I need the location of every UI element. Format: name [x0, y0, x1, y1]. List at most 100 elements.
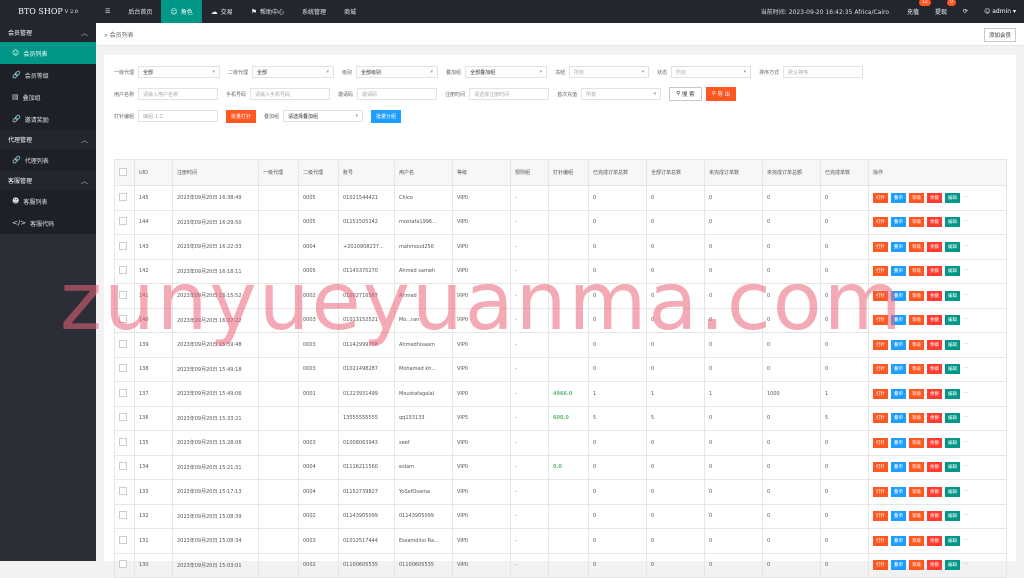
more-icon[interactable]: …	[963, 511, 968, 521]
row-select-cell[interactable]	[114, 283, 135, 309]
stack-group-select[interactable]: 全部叠加组 ▾	[465, 66, 548, 78]
level-select[interactable]: 全部级别 ▾	[356, 66, 439, 78]
op-button[interactable]: 叠单	[891, 192, 906, 203]
row-select-cell[interactable]	[114, 479, 135, 505]
more-icon[interactable]: …	[963, 560, 968, 570]
checkbox[interactable]	[119, 217, 127, 226]
more-icon[interactable]: …	[963, 536, 968, 546]
more-icon[interactable]: …	[963, 315, 968, 325]
op-button[interactable]: 打针	[873, 241, 888, 252]
checkbox[interactable]	[119, 535, 127, 544]
op-button[interactable]: 编辑	[945, 315, 960, 326]
row-select-cell[interactable]	[114, 258, 135, 284]
row-select-cell[interactable]	[114, 381, 135, 407]
checkbox[interactable]	[119, 339, 127, 348]
op-button[interactable]: 叠单	[891, 511, 906, 522]
op-button[interactable]: 叠单	[891, 290, 906, 301]
checkbox[interactable]	[119, 511, 127, 520]
op-button[interactable]: 余额	[927, 462, 942, 473]
op-button[interactable]: 余额	[927, 339, 942, 350]
op-button[interactable]: 等级	[909, 315, 924, 326]
row-select-cell[interactable]	[114, 552, 135, 578]
op-button[interactable]: 叠单	[891, 364, 906, 375]
op-button[interactable]: 余额	[927, 511, 942, 522]
recharge-button[interactable]: 充值 12	[907, 0, 931, 16]
checkbox[interactable]	[119, 241, 127, 250]
op-button[interactable]: 等级	[909, 535, 924, 546]
more-icon[interactable]: …	[963, 193, 968, 203]
checkbox[interactable]	[119, 290, 127, 299]
op-button[interactable]: 余额	[927, 266, 942, 277]
op-button[interactable]: 编辑	[945, 266, 960, 277]
op-button[interactable]: 编辑	[945, 437, 960, 448]
op-button[interactable]: 编辑	[945, 413, 960, 424]
more-icon[interactable]: …	[963, 487, 968, 497]
row-select-cell[interactable]	[114, 209, 135, 235]
phone-input[interactable]: 请输入手机号码	[250, 88, 331, 100]
more-icon[interactable]: …	[963, 364, 968, 374]
select-all-checkbox[interactable]	[114, 159, 135, 186]
nav-item-system[interactable]: 系统管理	[293, 0, 335, 23]
op-button[interactable]: 余额	[927, 241, 942, 252]
checkbox[interactable]	[119, 364, 127, 373]
freeze-select[interactable]: 所有 ▾	[569, 66, 650, 78]
nav-item-help[interactable]: ⚑ 帮助中心	[242, 0, 293, 23]
op-button[interactable]: 等级	[909, 511, 924, 522]
app-logo[interactable]: BTO SHOP V 2.0	[0, 0, 96, 23]
refresh-icon[interactable]: ⟳	[963, 8, 968, 15]
op-button[interactable]: 打针	[873, 266, 888, 277]
sidebar-item-agent-list[interactable]: 🔗 代理列表	[0, 149, 96, 171]
sidebar-group-service[interactable]: 客服管理 ︿	[0, 171, 96, 190]
op-button[interactable]: 打针	[873, 315, 888, 326]
op-button[interactable]: 叠单	[891, 217, 906, 228]
op-button[interactable]: 叠单	[891, 560, 906, 571]
sidebar-item-member-level[interactable]: 🔗 会员等级	[0, 64, 96, 86]
invite-code-input[interactable]: 邀请码	[357, 88, 438, 100]
op-button[interactable]: 编辑	[945, 388, 960, 399]
op-button[interactable]: 打针	[873, 486, 888, 497]
agent1-select[interactable]: 全部 ▾	[138, 66, 221, 78]
op-button[interactable]: 等级	[909, 388, 924, 399]
more-icon[interactable]: …	[963, 340, 968, 350]
nav-item-shop[interactable]: 商城	[335, 0, 365, 23]
op-button[interactable]: 打针	[873, 535, 888, 546]
op-button[interactable]: 打针	[873, 364, 888, 375]
checkbox[interactable]	[119, 462, 127, 471]
add-member-button[interactable]: 添加会员	[983, 28, 1016, 42]
op-button[interactable]: 叠单	[891, 315, 906, 326]
sidebar-item-service-list[interactable]: ☻ 客服列表	[0, 190, 96, 212]
row-select-cell[interactable]	[114, 454, 135, 480]
op-button[interactable]: 等级	[909, 290, 924, 301]
nav-item-trade[interactable]: ☁ 交易	[202, 0, 242, 23]
op-button[interactable]: 余额	[927, 290, 942, 301]
more-icon[interactable]: …	[963, 266, 968, 276]
op-button[interactable]: 等级	[909, 339, 924, 350]
sidebar-item-invite-reward[interactable]: 🔗 邀请奖励	[0, 108, 96, 130]
row-select-cell[interactable]	[114, 307, 135, 333]
op-button[interactable]: 打针	[873, 217, 888, 228]
op-button[interactable]: 叠单	[891, 241, 906, 252]
op-button[interactable]: 编辑	[945, 486, 960, 497]
menu-toggle-button[interactable]: ☰	[96, 0, 119, 23]
op-button[interactable]: 编辑	[945, 192, 960, 203]
op-button[interactable]: 打针	[873, 462, 888, 473]
op-button[interactable]: 叠单	[891, 462, 906, 473]
op-button[interactable]: 等级	[909, 217, 924, 228]
nav-item-role[interactable]: ☺ 角色	[161, 0, 202, 23]
op-button[interactable]: 叠单	[891, 339, 906, 350]
op-button[interactable]: 余额	[927, 388, 942, 399]
op-button[interactable]: 打针	[873, 560, 888, 571]
op-button[interactable]: 编辑	[945, 217, 960, 228]
nav-item-home[interactable]: 后台首页	[119, 0, 161, 23]
row-select-cell[interactable]	[114, 185, 135, 211]
op-button[interactable]: 编辑	[945, 364, 960, 375]
op-button[interactable]: 编辑	[945, 290, 960, 301]
op-button[interactable]: 编辑	[945, 462, 960, 473]
sidebar-group-member[interactable]: 会员管理 ︿	[0, 23, 96, 42]
more-icon[interactable]: …	[963, 242, 968, 252]
op-button[interactable]: 打针	[873, 388, 888, 399]
op-button[interactable]: 打针	[873, 290, 888, 301]
agent2-select[interactable]: 全部 ▾	[252, 66, 335, 78]
op-button[interactable]: 叠单	[891, 437, 906, 448]
checkbox[interactable]	[119, 437, 127, 446]
